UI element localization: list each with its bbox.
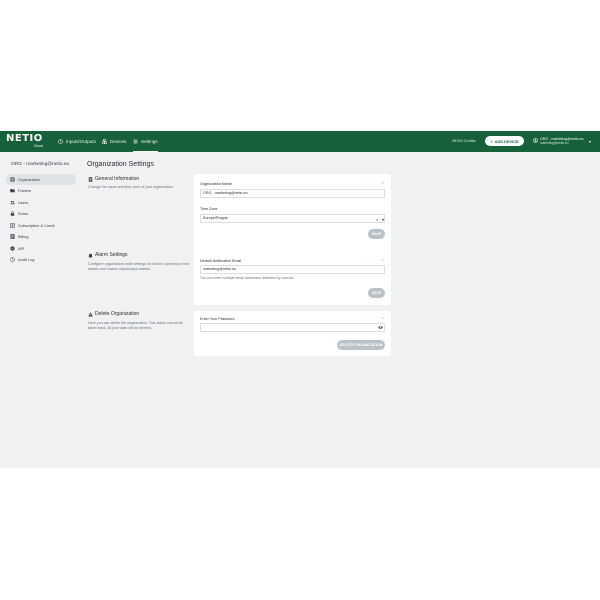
chevron-down-icon: ▾: [589, 139, 592, 144]
password-label: Enter Your Password: [200, 317, 235, 321]
brand-sub: Cloud: [33, 144, 43, 148]
nav-devices[interactable]: Devices: [102, 131, 126, 152]
clock-icon: [58, 139, 63, 144]
alarm-settings-description: Configure organization-wide settings for…: [88, 262, 190, 271]
folders-icon: [10, 189, 15, 193]
sidebar-item-subscription[interactable]: Subscription & Credit: [6, 220, 76, 231]
page-title: Organization Settings: [87, 161, 154, 168]
chevron-down-icon[interactable]: ▾: [382, 216, 384, 223]
sidebar-item-api[interactable]: API: [6, 243, 76, 254]
notification-email-field[interactable]: marketing@netio.eu: [200, 265, 385, 274]
required-mark: *: [382, 258, 384, 263]
nav-label: Settings: [141, 138, 158, 144]
document-icon: [88, 176, 93, 182]
alarm-settings-card: Default Notification Email * marketing@n…: [194, 254, 391, 305]
email-hint: You can enter multiple email addresses d…: [200, 276, 295, 280]
sidebar-item-label: Roles: [18, 211, 28, 216]
delete-org-heading: Delete Organization: [88, 311, 139, 317]
lock-icon: [10, 211, 15, 216]
nav-label: Devices: [110, 139, 127, 144]
time-zone-value: Europe/Prague: [203, 216, 228, 220]
save-general-button[interactable]: SAVE: [368, 229, 385, 239]
add-device-button[interactable]: + ADD DEVICE: [485, 136, 524, 146]
api-icon: [10, 246, 15, 251]
sidebar-item-audit-log[interactable]: Audit Log: [6, 254, 76, 265]
nav-settings[interactable]: Settings: [133, 131, 158, 152]
sidebar-item-label: Users: [18, 200, 29, 205]
organization-name: ORG - marketing@netio.eu: [11, 162, 70, 167]
user-email: marketing@netio.eu: [540, 141, 569, 145]
organization-icon: [10, 177, 15, 182]
org-name-label: Organization Name: [200, 182, 232, 186]
nav-inputs-outputs[interactable]: Inputs/Outputs: [58, 131, 96, 152]
time-zone-select[interactable]: Europe/Prague × ▾: [200, 214, 385, 223]
sidebar-item-organization[interactable]: Organization: [6, 174, 76, 185]
sidebar-item-folders[interactable]: Folders: [6, 185, 76, 196]
section-title: General Information: [95, 176, 140, 182]
eye-icon[interactable]: [378, 325, 383, 330]
credits-count: 49100 Credits: [452, 139, 476, 143]
sidebar-item-label: Subscription & Credit: [18, 223, 55, 228]
plus-icon: +: [490, 138, 493, 144]
org-name-field[interactable]: ORG - marketing@netio.eu: [200, 189, 385, 198]
sidebar-item-label: Audit Log: [18, 257, 35, 262]
required-mark: *: [382, 316, 384, 321]
netio-logo[interactable]: NETIO Cloud: [6, 133, 43, 149]
delete-organization-button[interactable]: DELETE ORGANIZATION: [337, 340, 385, 350]
devices-icon: [102, 139, 107, 144]
audit-log-icon: [10, 257, 15, 262]
sidebar-item-label: Folders: [18, 188, 31, 193]
notification-email-label: Default Notification Email: [200, 259, 242, 263]
delete-org-card: Enter Your Password * DELETE ORGANIZATIO…: [194, 311, 391, 356]
time-zone-label: Time Zone: [200, 207, 218, 211]
top-bar: NETIO Cloud Inputs/Outputs Devices Setti…: [0, 131, 600, 152]
general-info-heading: General Information: [88, 176, 139, 182]
receipt-icon: [10, 223, 15, 228]
user-avatar-icon: [533, 138, 538, 143]
section-title: Delete Organization: [95, 311, 140, 317]
brand-name: NETIO: [6, 133, 43, 144]
sidebar-item-users[interactable]: Users: [6, 197, 76, 208]
password-field[interactable]: [200, 323, 385, 332]
delete-org-description: Here you can delete the organization. Th…: [88, 321, 183, 330]
required-mark: *: [382, 181, 384, 186]
users-icon: [10, 200, 15, 205]
settings-icon: [133, 138, 138, 144]
sidebar-item-label: API: [18, 246, 25, 251]
save-alarm-button[interactable]: SAVE: [368, 288, 385, 298]
general-info-description: Change the name and time zone of your or…: [88, 185, 174, 189]
warning-icon: [88, 311, 93, 316]
sidebar-item-label: Billing: [18, 234, 29, 239]
alarm-icon: [88, 253, 93, 258]
alarm-settings-heading: Alarm Settings: [88, 252, 128, 258]
add-device-label: ADD DEVICE: [494, 138, 519, 144]
section-title: Alarm Settings: [95, 252, 128, 258]
sidebar-item-label: Organization: [18, 177, 41, 182]
app-window: NETIO Cloud Inputs/Outputs Devices Setti…: [0, 131, 600, 468]
billing-icon: [10, 234, 15, 239]
sidebar-item-roles[interactable]: Roles: [6, 208, 76, 219]
clear-icon[interactable]: ×: [376, 216, 378, 223]
user-menu[interactable]: ORG - marketing@netio.eu marketing@netio…: [533, 136, 595, 147]
nav-label: Inputs/Outputs: [66, 139, 96, 144]
sidebar-item-billing[interactable]: Billing: [6, 231, 76, 242]
